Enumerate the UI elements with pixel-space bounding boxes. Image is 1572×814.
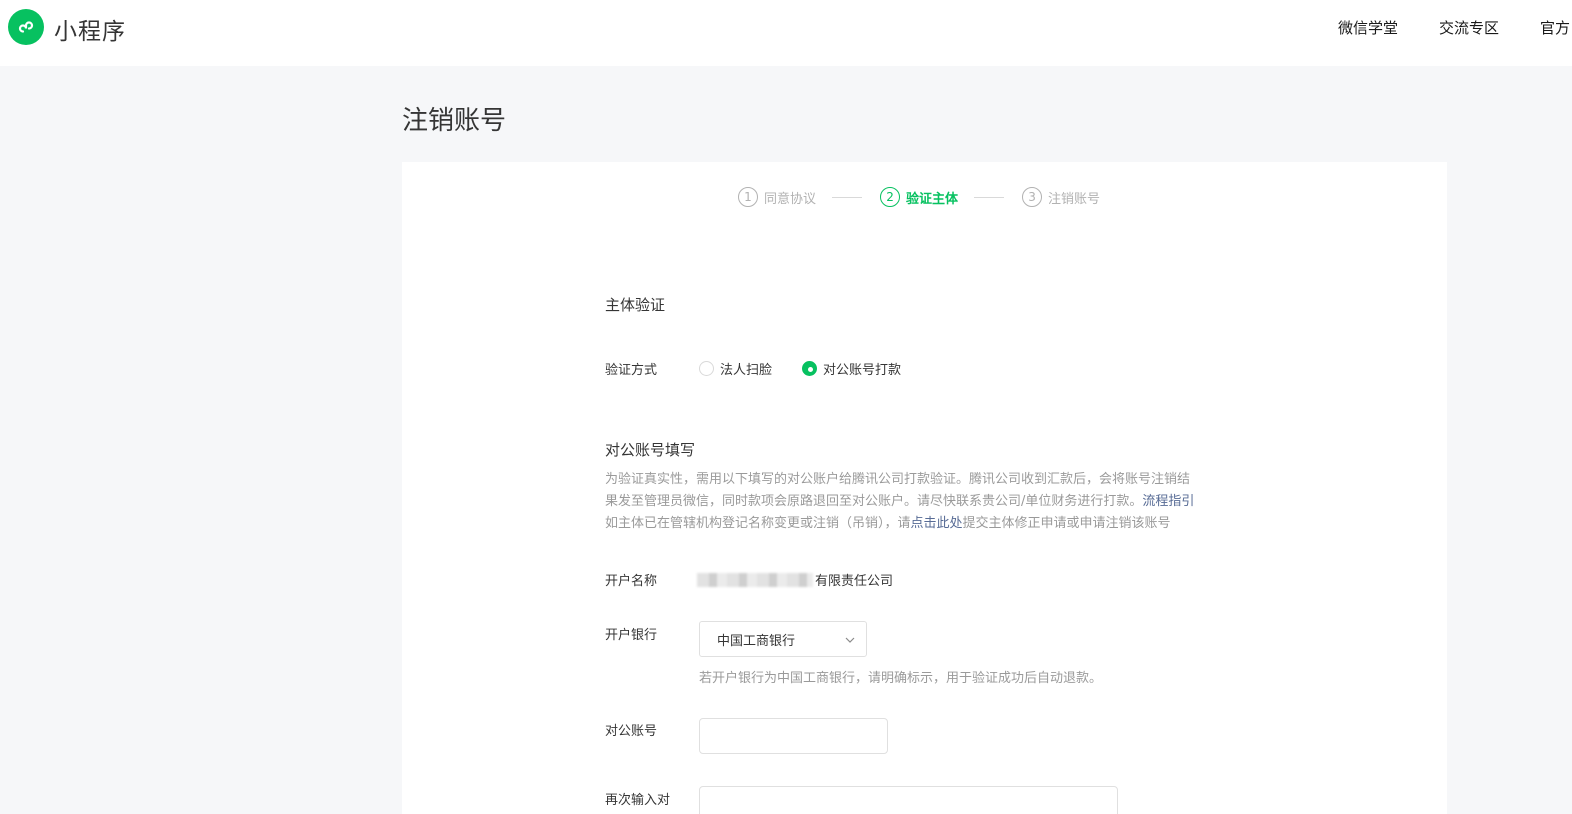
step-verify-entity: 2 验证主体	[880, 187, 958, 207]
step-label: 注销账号	[1048, 191, 1101, 207]
account-confirm-label: 再次输入对	[605, 793, 671, 808]
chevron-down-icon	[845, 637, 855, 643]
redacted-blur	[697, 572, 813, 587]
bank-select[interactable]: 中国工商银行	[699, 621, 867, 657]
desc-line: 果发至管理员微信，同时款项会原路退回至对公账户。请尽快联系贵公司/单位财务进行打…	[605, 491, 1250, 513]
section-title-verify: 主体验证	[605, 296, 666, 314]
step-agree: 1 同意协议	[738, 187, 816, 207]
bank-hint: 若开户银行为中国工商银行，请明确标示，用于验证成功后自动退款。	[699, 671, 1103, 686]
section-title-account: 对公账号填写	[605, 441, 696, 459]
verify-method-label: 验证方式	[605, 363, 658, 378]
radio-legal-face-scan[interactable]: 法人扫脸	[699, 359, 772, 378]
desc-line: 如主体已在管辖机构登记名称变更或注销（吊销），请点击此处提交主体修正申请或申请注…	[605, 513, 1250, 535]
process-guide-link[interactable]: 流程指引	[1142, 494, 1194, 509]
account-number-input[interactable]	[699, 718, 888, 754]
radio-label: 法人扫脸	[720, 363, 773, 378]
step-label: 验证主体	[906, 191, 959, 207]
page-title: 注销账号	[402, 106, 507, 136]
account-number-label: 对公账号	[605, 724, 658, 739]
nav-item-official[interactable]: 官方	[1540, 17, 1570, 38]
radio-checked-icon[interactable]	[802, 361, 818, 376]
step-label: 同意协议	[764, 191, 817, 207]
radio-label: 对公账号打款	[823, 363, 902, 378]
bank-selected-value: 中国工商银行	[717, 633, 796, 649]
brand-name[interactable]: 小程序	[54, 12, 126, 46]
step-number: 1	[738, 187, 758, 207]
top-bar: 小程序 微信学堂 交流专区 官方	[0, 0, 1572, 66]
mini-program-logo-icon[interactable]	[8, 9, 44, 45]
account-name-value: 有限责任公司	[697, 570, 893, 589]
nav-item-community[interactable]: 交流专区	[1439, 17, 1499, 38]
desc-text: 提交主体修正申请或申请注销该账号	[962, 516, 1171, 531]
radio-corporate-transfer[interactable]: 对公账号打款	[802, 359, 901, 378]
radio-circle-icon[interactable]	[699, 361, 714, 376]
desc-line: 为验证真实性，需用以下填写的对公账户给腾讯公司打款验证。腾讯公司收到汇款后，会将…	[605, 472, 1191, 487]
account-name-label: 开户名称	[605, 574, 658, 589]
desc-text: 如主体已在管辖机构登记名称变更或注销（吊销），请	[605, 516, 911, 531]
stepper: 1 同意协议 2 验证主体 3 注销账号	[738, 187, 1100, 207]
verify-method-radio-group: 法人扫脸 对公账号打款	[699, 359, 931, 378]
step-divider	[832, 196, 863, 198]
account-confirm-input[interactable]	[699, 786, 1118, 814]
step-number: 2	[880, 187, 901, 207]
step-number: 3	[1022, 187, 1043, 207]
account-name-text: 有限责任公司	[815, 574, 894, 589]
step-divider	[974, 196, 1005, 198]
step-cancel-account: 3 注销账号	[1022, 187, 1100, 207]
nav-item-wechat-academy[interactable]: 微信学堂	[1338, 17, 1398, 38]
account-description: 为验证真实性，需用以下填写的对公账户给腾讯公司打款验证。腾讯公司收到汇款后，会将…	[605, 469, 1250, 535]
bank-label: 开户银行	[605, 628, 658, 643]
top-nav: 微信学堂 交流专区 官方	[1338, 17, 1570, 38]
desc-text: 果发至管理员微信，同时款项会原路退回至对公账户。请尽快联系贵公司/单位财务进行打…	[605, 494, 1143, 509]
click-here-link[interactable]: 点击此处	[911, 516, 963, 531]
